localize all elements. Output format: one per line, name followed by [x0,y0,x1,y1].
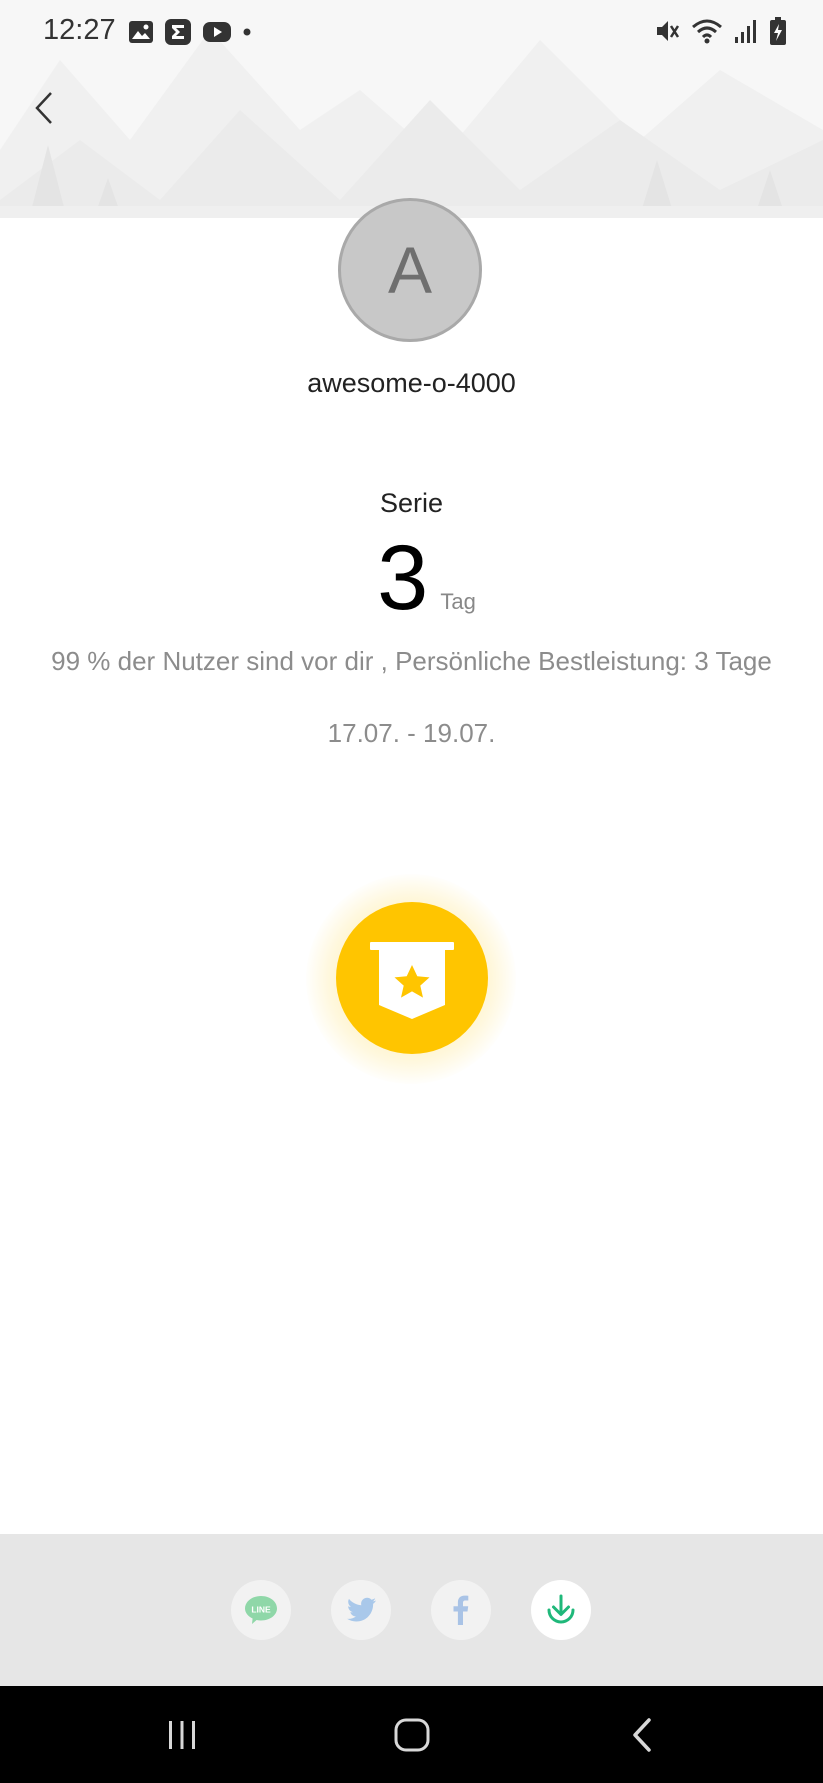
status-icons-right [653,16,787,46]
home-button[interactable] [382,1710,442,1760]
chevron-left-icon [35,92,52,124]
line-icon: LINE [245,1596,277,1624]
username: awesome-o-4000 [307,368,516,398]
share-twitter-button[interactable] [331,1580,391,1640]
avatar: A [338,198,482,342]
svg-text:LINE: LINE [251,1605,271,1615]
signal-icon [735,20,756,43]
streak-value: 3 [377,527,429,629]
streak-unit: Tag [440,589,476,614]
mute-icon [657,21,680,41]
status-bar: 12:27 [0,0,823,64]
back-icon [633,1718,651,1752]
twitter-icon [347,1597,376,1622]
system-back-button[interactable] [612,1710,672,1760]
date-range: 17.07. - 19.07. [327,718,496,748]
share-line-button[interactable]: LINE [231,1580,291,1640]
streak-row: 3 Tag [0,532,823,624]
share-bar [0,1534,823,1686]
wifi-icon [692,19,722,44]
download-icon [547,1594,575,1624]
youtube-icon [203,22,231,42]
dot-icon [243,28,251,36]
download-button[interactable] [531,1580,591,1640]
gallery-icon [129,21,153,43]
home-icon [394,1718,430,1752]
streak-badge [336,902,488,1054]
recents-icon [169,1721,195,1749]
streak-label: Serie [379,488,444,518]
sigma-app-icon [165,19,191,45]
status-icons-left [128,18,252,46]
ranking-text: 99 % der Nutzer sind vor dir , Persönlic… [51,646,772,676]
banner-star-icon [370,942,454,1019]
share-facebook-button[interactable] [431,1580,491,1640]
back-button[interactable] [24,86,64,130]
recents-button[interactable] [152,1710,212,1760]
facebook-icon [453,1595,469,1625]
status-time: 12:27 [43,14,116,46]
battery-charging-icon [770,17,786,45]
